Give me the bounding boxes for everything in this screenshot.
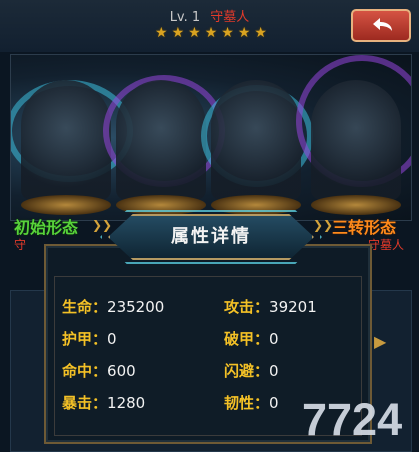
- stat-value: 600: [107, 362, 136, 380]
- stat-value: 0: [269, 330, 279, 348]
- stat-crit: 暴击：1280: [62, 394, 146, 412]
- stat-hp: 生命：235200: [62, 298, 165, 316]
- stat-tenacity: 韧性：0: [224, 394, 279, 412]
- level-text: Lv. 1: [169, 10, 201, 25]
- stat-value: 1280: [107, 394, 146, 412]
- star-icon: ★: [221, 25, 234, 41]
- star-icon: ★: [171, 25, 185, 41]
- star-icon: ★: [237, 25, 251, 41]
- hero-name: 守墓人: [210, 10, 250, 25]
- hero-form-3: [211, 80, 301, 200]
- arrow-right-icon[interactable]: ▶: [374, 332, 386, 351]
- hero-form-1: [21, 80, 111, 200]
- form-label-third[interactable]: 三转形态: [332, 214, 396, 238]
- stat-label: 生命: [62, 298, 93, 316]
- form-sublabel: 守墓人: [368, 238, 405, 252]
- stat-label: 攻击: [224, 298, 255, 316]
- back-button[interactable]: [351, 9, 411, 42]
- hero-form-4: [311, 80, 401, 200]
- stat-armor-break: 破甲：0: [224, 330, 279, 348]
- panel-title: 属性详情: [171, 226, 251, 247]
- hero-forms-showcase: [10, 54, 412, 221]
- stat-value: 0: [269, 362, 279, 380]
- stat-value: 235200: [107, 298, 165, 316]
- stat-hit: 命中：600: [62, 362, 136, 380]
- stat-attack: 攻击：39201: [224, 298, 317, 316]
- stat-dodge: 闪避：0: [224, 362, 279, 380]
- star-icon: ★: [155, 25, 168, 41]
- stat-label: 破甲: [224, 330, 255, 348]
- hero-form-2: [116, 80, 206, 200]
- stat-value: 0: [269, 394, 279, 412]
- stat-label: 命中: [62, 362, 93, 380]
- form-sublabel: 守: [14, 238, 27, 252]
- stat-value: 39201: [269, 298, 317, 316]
- star-icon: ★: [254, 25, 267, 41]
- stat-armor: 护甲：0: [62, 330, 117, 348]
- stat-label: 暴击: [62, 394, 93, 412]
- chevron-right-icon: ❯❯: [313, 218, 334, 232]
- stat-label: 护甲: [62, 330, 93, 348]
- stat-label: 闪避: [224, 362, 255, 380]
- star-icon: ★: [204, 25, 218, 41]
- stat-label: 韧性: [224, 394, 255, 412]
- chevron-right-icon: ❯❯: [92, 218, 113, 232]
- site-watermark: 7724: [302, 394, 403, 445]
- form-label-initial[interactable]: 初始形态: [14, 214, 78, 238]
- stat-value: 0: [107, 330, 117, 348]
- return-arrow-icon: [373, 18, 392, 31]
- star-icon: ★: [188, 25, 201, 41]
- star-rating: ★ ★ ★ ★ ★ ★ ★: [155, 26, 267, 40]
